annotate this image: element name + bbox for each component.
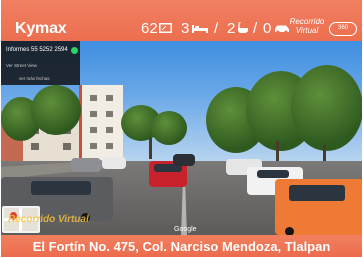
parking-value: 0: [263, 20, 272, 37]
bed-icon: [192, 25, 208, 33]
bedrooms-value: 3: [181, 20, 190, 37]
virtual-tour-button[interactable]: 360: [329, 22, 357, 36]
property-listing: Kymax 62 3 / 2 / 0 Recorrido Virtual 360: [0, 0, 363, 258]
tree: [31, 85, 81, 135]
parked-car: [275, 179, 362, 235]
brand-logo[interactable]: Kymax: [15, 20, 67, 38]
property-address: El Fortín No. 475, Col. Narciso Mendoza,…: [32, 239, 331, 254]
separator: /: [214, 20, 219, 37]
building: [79, 85, 123, 163]
virtual-tour-label[interactable]: Recorrido Virtual: [285, 17, 329, 35]
more-dates-link[interactable]: ver más fechas: [19, 76, 50, 81]
contact-panel: Informes 55 5252 2594 Ver Street View ve…: [1, 41, 80, 85]
virtual-tour-watermark: Recorrido Virtual: [8, 214, 89, 225]
tree-trunk: [276, 141, 279, 163]
parked-car: [173, 154, 195, 166]
address-bar: El Fortín No. 475, Col. Narciso Mendoza,…: [1, 235, 362, 257]
area-value: 62: [141, 20, 158, 37]
tree: [291, 65, 362, 151]
parked-car: [102, 157, 126, 169]
header-bar: Kymax 62 3 / 2 / 0 Recorrido Virtual 360: [1, 0, 362, 41]
street-view-link[interactable]: Ver Street View: [6, 63, 37, 68]
separator: /: [253, 20, 258, 37]
google-attribution: Google: [174, 226, 197, 233]
tree: [151, 111, 187, 145]
area-icon: [159, 23, 172, 33]
contact-phone[interactable]: Informes 55 5252 2594: [6, 47, 68, 53]
bathrooms-value: 2: [227, 20, 236, 37]
whatsapp-icon[interactable]: [71, 47, 78, 54]
bathtub-icon: [238, 22, 248, 33]
parked-car: [71, 158, 101, 172]
